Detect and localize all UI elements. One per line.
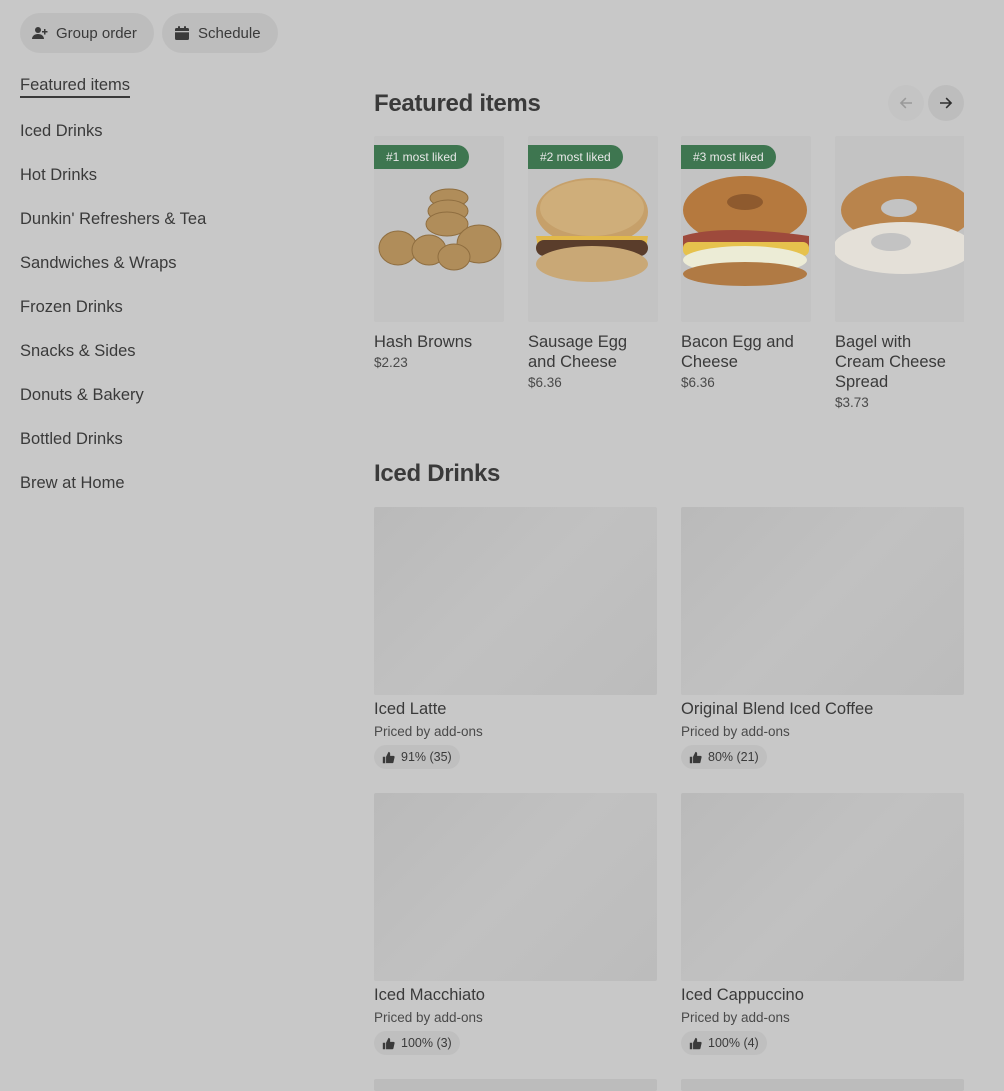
rating-text: 100% (4) (708, 1036, 759, 1050)
arrow-right-icon (940, 97, 953, 109)
sausage-egg-cheese-image: #2 most liked (528, 136, 658, 322)
add-person-icon (32, 27, 48, 39)
thumbs-up-icon (689, 1037, 702, 1049)
schedule-button[interactable]: Schedule (162, 13, 278, 53)
thumbs-up-icon (689, 751, 702, 763)
rating-text: 80% (21) (708, 750, 759, 764)
bacon-egg-cheese-image: #3 most liked (681, 136, 811, 322)
featured-card[interactable]: Bagel with Cream Cheese Spread $3.73 (835, 136, 964, 410)
item-image-placeholder (374, 507, 657, 695)
calendar-icon (175, 26, 189, 40)
item-name: Iced Macchiato (374, 986, 485, 1004)
rating-badge: 80% (21) (681, 745, 767, 769)
featured-item-name: Bacon Egg and Cheese (681, 333, 794, 371)
bagel-cream-cheese-image (835, 136, 964, 322)
sidebar-item-brew-at-home[interactable]: Brew at Home (20, 474, 125, 493)
sidebar-item-snacks-sides[interactable]: Snacks & Sides (20, 342, 136, 361)
next-row-card-peek[interactable] (374, 1079, 657, 1091)
featured-item-price: $2.23 (374, 355, 408, 370)
sidebar-item-frozen-drinks[interactable]: Frozen Drinks (20, 298, 123, 317)
carousel-next-button[interactable] (928, 85, 964, 121)
most-liked-badge: #3 most liked (681, 145, 776, 169)
featured-item-name: Bagel with Cream Cheese Spread (835, 333, 946, 391)
menu-item-card[interactable]: Iced Macchiato Priced by add-ons 100% (3… (374, 793, 657, 1055)
item-image-placeholder (681, 793, 964, 981)
featured-item-name: Sausage Egg and Cheese (528, 333, 628, 371)
featured-item-price: $6.36 (681, 375, 715, 390)
sidebar-item-featured-items[interactable]: Featured items (20, 76, 131, 98)
most-liked-badge: #1 most liked (374, 145, 469, 169)
sidebar-item-donuts-bakery[interactable]: Donuts & Bakery (20, 386, 144, 405)
group-order-label: Group order (56, 24, 137, 42)
featured-card[interactable]: #1 most liked Hash Browns $2.23 (374, 136, 504, 370)
thumbs-up-icon (382, 751, 395, 763)
carousel-prev-button[interactable] (888, 85, 924, 121)
rating-badge: 100% (3) (374, 1031, 460, 1055)
sidebar-item-iced-drinks[interactable]: Iced Drinks (20, 122, 103, 141)
item-price-note: Priced by add-ons (374, 724, 483, 739)
featured-section-title: Featured items (374, 90, 541, 117)
rating-text: 100% (3) (401, 1036, 452, 1050)
item-image-placeholder (681, 507, 964, 695)
iced-drinks-section-title: Iced Drinks (374, 460, 501, 487)
schedule-label: Schedule (198, 24, 261, 42)
rating-badge: 91% (35) (374, 745, 460, 769)
next-row-card-peek[interactable] (681, 1079, 964, 1091)
most-liked-badge: #2 most liked (528, 145, 623, 169)
featured-card[interactable]: #2 most liked Sausage Egg and Cheese $6.… (528, 136, 658, 390)
sidebar-item-sandwiches-wraps[interactable]: Sandwiches & Wraps (20, 254, 177, 273)
sidebar-item-hot-drinks[interactable]: Hot Drinks (20, 166, 97, 185)
featured-item-name: Hash Browns (374, 333, 473, 351)
item-price-note: Priced by add-ons (374, 1010, 483, 1025)
menu-item-card[interactable]: Iced Latte Priced by add-ons 91% (35) (374, 507, 657, 769)
featured-card[interactable]: #3 most liked Bacon Egg and Cheese $6.36 (681, 136, 811, 390)
featured-item-price: $6.36 (528, 375, 562, 390)
rating-badge: 100% (4) (681, 1031, 767, 1055)
sidebar-item-bottled-drinks[interactable]: Bottled Drinks (20, 430, 123, 449)
item-name: Iced Latte (374, 700, 447, 718)
item-price-note: Priced by add-ons (681, 724, 790, 739)
arrow-left-icon (899, 97, 912, 109)
group-order-button[interactable]: Group order (20, 13, 154, 53)
sidebar-item-refreshers-tea[interactable]: Dunkin' Refreshers & Tea (20, 210, 206, 229)
hash-browns-image: #1 most liked (374, 136, 504, 322)
rating-text: 91% (35) (401, 750, 452, 764)
featured-item-price: $3.73 (835, 395, 869, 410)
menu-item-card[interactable]: Original Blend Iced Coffee Priced by add… (681, 507, 964, 769)
item-image-placeholder (374, 793, 657, 981)
item-name: Iced Cappuccino (681, 986, 804, 1004)
item-price-note: Priced by add-ons (681, 1010, 790, 1025)
featured-carousel: #1 most liked Hash Browns $2.23 #2 most … (374, 136, 964, 426)
menu-item-card[interactable]: Iced Cappuccino Priced by add-ons 100% (… (681, 793, 964, 1055)
item-name: Original Blend Iced Coffee (681, 700, 874, 718)
thumbs-up-icon (382, 1037, 395, 1049)
